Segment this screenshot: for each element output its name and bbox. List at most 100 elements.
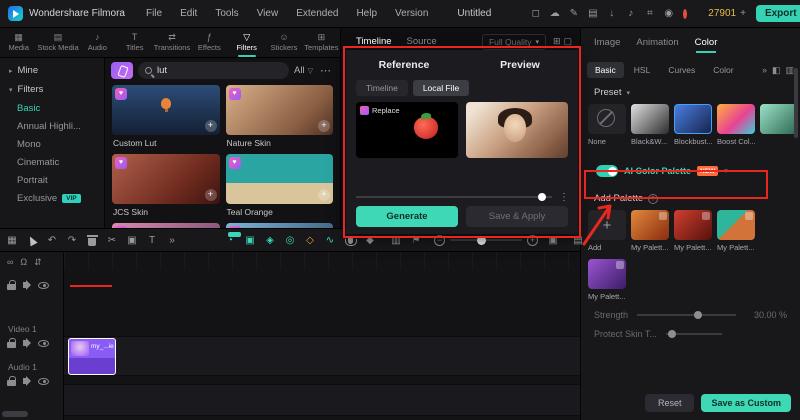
more-menu-icon[interactable]: ⋮	[559, 192, 569, 203]
favorite-icon[interactable]: ♥	[228, 88, 241, 100]
filter-thumbnail[interactable]: ♥ +	[225, 85, 333, 135]
add-to-timeline-icon[interactable]: +	[204, 189, 217, 201]
player-tab-timeline[interactable]: Timeline	[356, 36, 392, 47]
draw-icon[interactable]: ✎	[565, 8, 582, 19]
chroma-key-icon[interactable]: ◎	[284, 235, 296, 246]
sidebar-item-cinematic[interactable]: Cinematic	[0, 153, 104, 171]
tab-animation[interactable]: Animation	[636, 37, 678, 48]
compare-view-icon[interactable]: ◧	[772, 65, 781, 76]
menu-edit[interactable]: Edit	[171, 8, 206, 19]
palette-thumbnail[interactable]	[674, 210, 712, 240]
tab-color[interactable]: Color	[695, 37, 717, 53]
favorite-icon[interactable]: ♥	[228, 157, 241, 169]
menu-version[interactable]: Version	[386, 8, 437, 19]
lock-icon[interactable]	[7, 280, 16, 290]
mic-record-icon[interactable]	[344, 236, 357, 246]
sidebar-item-exclusive[interactable]: Exclusive VIP	[0, 189, 104, 207]
marker-icon[interactable]: ⚑	[410, 235, 422, 246]
sidebar-item-portrait[interactable]: Portrait	[0, 171, 104, 189]
save-apply-button[interactable]: Save & Apply	[466, 206, 568, 227]
palette-card[interactable]: My Palett...	[631, 210, 669, 252]
subtab-color[interactable]: Color	[705, 62, 741, 78]
smart-crop-icon[interactable]: ▣	[244, 235, 256, 246]
device-icon[interactable]: ◻	[527, 8, 544, 19]
scrollbar-thumb[interactable]	[2, 411, 28, 417]
mute-icon[interactable]	[23, 280, 31, 290]
chevron-down-icon[interactable]: ▾	[724, 167, 728, 175]
screen-record-button[interactable]	[683, 8, 688, 19]
grid-view-icon[interactable]: ⊞	[553, 36, 561, 47]
preset-card-none[interactable]: None	[588, 104, 626, 146]
sidebar-group-filters[interactable]: ▾ Filters	[0, 80, 104, 99]
tab-filters[interactable]: ▽ Filters	[228, 28, 265, 57]
dialog-tab-local-file[interactable]: Local File	[412, 80, 470, 96]
strength-slider-handle[interactable]	[694, 310, 703, 319]
add-palette-button[interactable]: +	[588, 210, 626, 240]
zoom-in-icon[interactable]: +	[527, 234, 538, 246]
delete-icon[interactable]	[86, 234, 98, 246]
vertical-scrollbar-thumb[interactable]	[794, 68, 798, 138]
favorite-icon[interactable]: ♥	[115, 88, 127, 100]
palette-thumbnail[interactable]	[588, 259, 626, 289]
player-tab-source[interactable]: Source	[407, 36, 437, 47]
replace-label[interactable]: Replace	[360, 106, 400, 115]
reference-image[interactable]: Replace	[356, 102, 458, 158]
sidebar-item-mono[interactable]: Mono	[0, 135, 104, 153]
undo-icon[interactable]: ↶	[46, 235, 58, 246]
sidebar-item-basic[interactable]: Basic	[0, 99, 104, 117]
help-icon[interactable]: ?	[648, 193, 659, 204]
add-coins-button[interactable]: +	[740, 8, 746, 19]
preset-thumbnail[interactable]	[588, 104, 626, 134]
zoom-slider[interactable]	[450, 235, 522, 245]
subtab-curves[interactable]: Curves	[660, 62, 703, 78]
filter-thumbnail[interactable]: ♥ +	[225, 154, 333, 204]
menu-help[interactable]: Help	[347, 8, 386, 19]
panel-expand-icon[interactable]: ▥	[785, 65, 794, 76]
filter-card[interactable]: ♥ + JCS Skin	[112, 154, 220, 217]
video-clip[interactable]: my_...ie	[68, 338, 116, 375]
crop-icon[interactable]: ▣	[126, 235, 138, 246]
dialog-tab-timeline[interactable]: Timeline	[356, 80, 408, 96]
horizontal-scrollbar[interactable]	[2, 411, 578, 417]
snapshot-icon[interactable]: ▤	[572, 235, 584, 246]
motion-track-icon[interactable]: ◇	[304, 235, 316, 246]
menu-view[interactable]: View	[248, 8, 288, 19]
audio-wave-icon[interactable]: ∿	[324, 235, 336, 246]
keyframe-icon[interactable]: ◆	[364, 235, 376, 246]
reset-button[interactable]: Reset	[644, 394, 695, 412]
sidebar-group-mine[interactable]: ▸ Mine	[0, 61, 104, 80]
link-icon[interactable]: ∞	[7, 257, 13, 268]
more-subtabs-icon[interactable]: »	[762, 65, 767, 75]
palette-thumbnail[interactable]	[631, 210, 669, 240]
subtab-basic[interactable]: Basic	[587, 62, 624, 78]
preset-thumbnail[interactable]	[631, 104, 669, 134]
menu-tools[interactable]: Tools	[206, 8, 247, 19]
menu-extended[interactable]: Extended	[287, 8, 347, 19]
eye-icon[interactable]	[38, 339, 49, 347]
quality-dropdown[interactable]: Full Quality ▾	[481, 34, 546, 50]
palette-card[interactable]: My Palett...	[674, 210, 712, 252]
render-preview-icon[interactable]: ▥	[390, 235, 402, 246]
filter-card[interactable]: ♥ + Custom Lut	[112, 85, 220, 148]
filter-card[interactable]: ♥ + Teal Orange	[225, 154, 333, 217]
tab-audio[interactable]: ♪ Audio	[79, 28, 116, 57]
fit-timeline-icon[interactable]: ▣	[547, 235, 559, 246]
generate-button[interactable]: Generate	[356, 206, 458, 227]
music-icon[interactable]: ♪	[622, 8, 639, 19]
mute-icon[interactable]	[23, 376, 31, 386]
tab-stickers[interactable]: ☺ Stickers	[265, 28, 302, 57]
preset-header[interactable]: Preset ▾	[581, 78, 800, 101]
preset-card-selected[interactable]: Blockbust...	[674, 104, 712, 146]
eye-icon[interactable]	[38, 281, 49, 289]
ai-wand-button[interactable]	[111, 62, 133, 79]
ai-palette-toggle[interactable]	[596, 165, 618, 177]
more-tools-icon[interactable]: »	[166, 235, 178, 246]
palette-card[interactable]: My Palett...	[588, 259, 626, 301]
strength-slider[interactable]	[637, 310, 736, 319]
tab-templates[interactable]: ⊞ Templates	[303, 28, 340, 57]
preset-card[interactable]: Boost Col...	[717, 104, 755, 146]
zoom-slider-handle[interactable]	[477, 235, 487, 245]
protect-skin-slider-handle[interactable]	[668, 329, 677, 338]
pointer-tool-icon[interactable]	[26, 234, 38, 246]
tab-effects[interactable]: ƒ Effects	[191, 28, 228, 57]
